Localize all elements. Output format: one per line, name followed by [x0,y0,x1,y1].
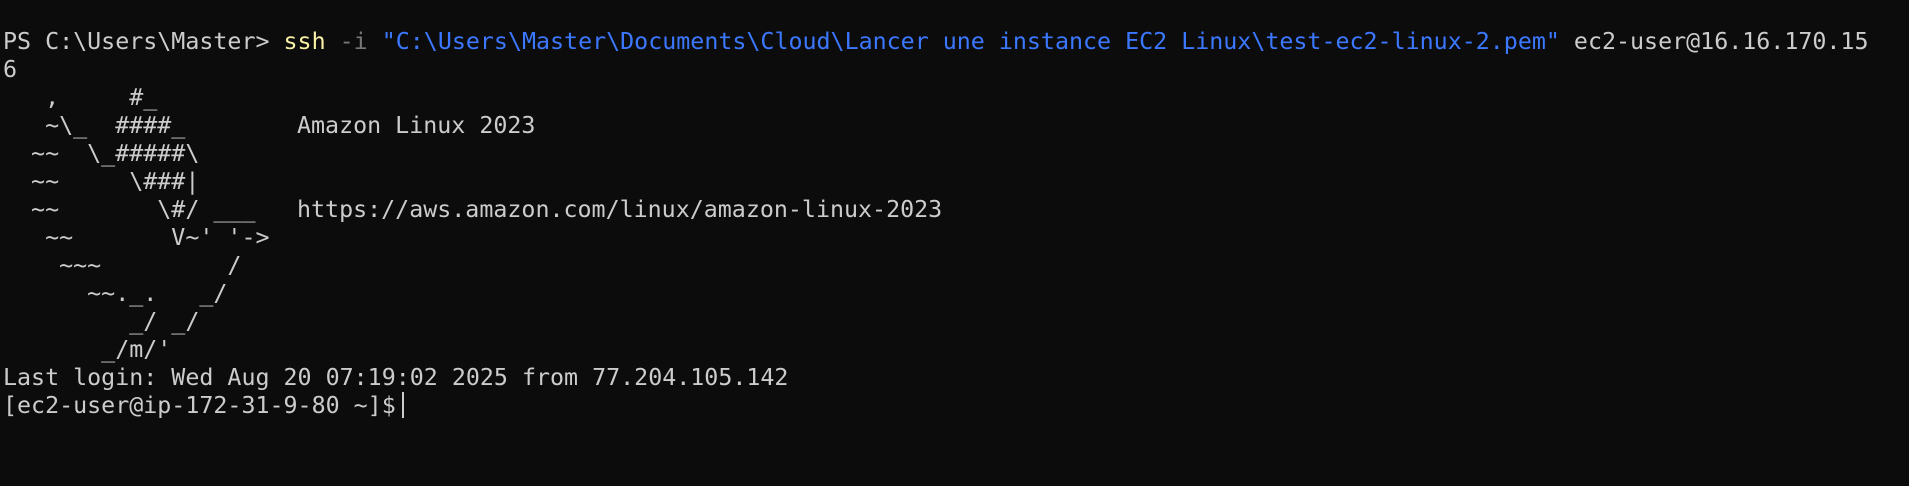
banner-line: _/m/' [0,336,1909,364]
ssh-host: ec2-user@16.16.170.15 [1559,28,1869,55]
banner-line: ~\_ ####_ Amazon Linux 2023 [0,112,1909,140]
ascii-logo-line: ~~ \###| [3,168,200,195]
banner-line: ~~ \#/ ___ https://aws.amazon.com/linux/a… [0,196,1909,224]
banner-line: ~~ V~' '-> [0,224,1909,252]
ascii-logo-line: ~\_ ####_ [3,112,186,139]
text-cursor [401,392,404,418]
banner-line: ~~ \###| [0,168,1909,196]
ssh-host-continued: 6 [3,56,18,83]
ssh-host-wrap: 6 [0,56,1909,84]
ascii-logo-line: ~~ \#/ ___ [3,196,256,223]
ascii-logo-line: ~~ \_#####\ [3,140,200,167]
powershell-prompt: PS C:\Users\Master> [3,28,284,55]
ascii-logo-line: ~~~ / [3,252,242,279]
key-file-path: "C:\Users\Master\Documents\Cloud\Lancer … [381,28,1560,55]
ascii-logo-line: _/ _/ [3,308,200,335]
ssh-command-line: PS C:\Users\Master> ssh -i "C:\Users\Mas… [0,28,1909,56]
ssh-command: ssh [283,28,326,55]
identity-flag: -i [325,28,382,55]
ascii-logo-line: ~~ V~' '-> [3,224,270,251]
shell-prompt-line[interactable]: [ec2-user@ip-172-31-9-80 ~]$ [0,392,1909,420]
shell-prompt: [ec2-user@ip-172-31-9-80 ~]$ [3,392,396,419]
last-login-line: Last login: Wed Aug 20 07:19:02 2025 fro… [3,364,789,391]
ascii-logo-line: , #_ [3,84,158,111]
ascii-logo-line: _/m/' [3,336,172,363]
terminal-window[interactable]: PS C:\Users\Master> ssh -i "C:\Users\Mas… [0,0,1909,486]
banner-line: ~~~ / [0,252,1909,280]
ascii-logo-line: ~~._. _/ [3,280,228,307]
banner-line: ~~._. _/ [0,280,1909,308]
product-name: Amazon Linux 2023 [297,112,536,139]
banner-line: , #_ [0,84,1909,112]
product-url: https://aws.amazon.com/linux/amazon-linu… [297,196,943,223]
banner-line: ~~ \_#####\ [0,140,1909,168]
banner-line: _/ _/ [0,308,1909,336]
